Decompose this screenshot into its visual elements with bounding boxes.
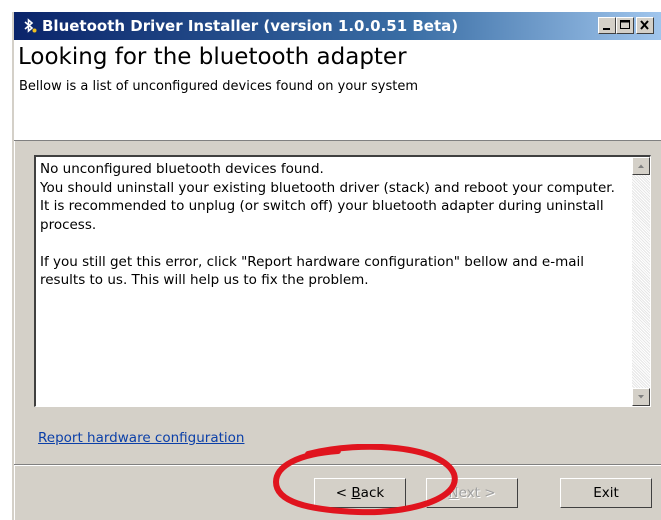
scroll-up-button[interactable] xyxy=(632,157,650,175)
title-bar[interactable]: Bluetooth Driver Installer (version 1.0.… xyxy=(14,12,661,40)
vertical-scrollbar[interactable] xyxy=(632,157,650,406)
exit-button[interactable]: Exit xyxy=(560,478,652,508)
page-subtitle: Bellow is a list of unconfigured devices… xyxy=(19,79,418,94)
page-title: Looking for the bluetooth adapter xyxy=(18,44,407,70)
message-line: No unconfigured bluetooth devices found. xyxy=(40,161,324,177)
message-textbox[interactable]: No unconfigured bluetooth devices found.… xyxy=(34,155,651,407)
message-line: If you still get this error, click "Repo… xyxy=(40,253,585,289)
wizard-header: Looking for the bluetooth adapter Bellow… xyxy=(14,40,661,141)
message-line: It is recommended to unplug (or switch o… xyxy=(40,198,604,233)
arrow-up-icon xyxy=(638,164,644,168)
message-line: You should uninstall your existing bluet… xyxy=(40,179,615,196)
arrow-down-icon xyxy=(638,395,644,399)
scroll-down-button[interactable] xyxy=(632,388,650,406)
red-circle-annotation xyxy=(272,444,458,516)
report-hardware-link[interactable]: Report hardware configuration xyxy=(38,430,244,446)
close-button[interactable] xyxy=(636,17,654,34)
window-title: Bluetooth Driver Installer (version 1.0.… xyxy=(42,17,459,35)
screenshot: Bluetooth Driver Installer (version 1.0.… xyxy=(0,0,661,520)
maximize-button[interactable] xyxy=(616,17,634,34)
minimize-button[interactable] xyxy=(598,17,616,34)
next-label-rest: ext > xyxy=(458,485,496,501)
bluetooth-icon xyxy=(20,17,38,35)
message-text: No unconfigured bluetooth devices found.… xyxy=(40,160,628,290)
